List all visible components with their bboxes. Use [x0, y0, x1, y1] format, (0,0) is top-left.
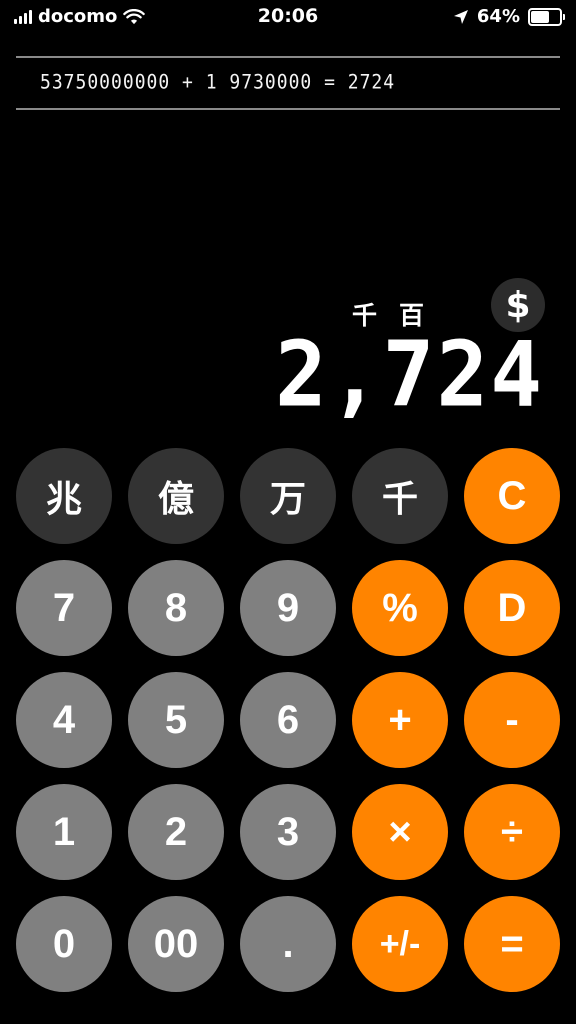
history-tape[interactable]: 53750000000 + 1 9730000 = 2724 [16, 56, 560, 110]
key-oku[interactable]: 億 [128, 448, 224, 544]
status-right: 64% [453, 6, 565, 27]
key-8[interactable]: 8 [128, 560, 224, 656]
key-equals[interactable]: = [464, 896, 560, 992]
key-7[interactable]: 7 [16, 560, 112, 656]
key-1[interactable]: 1 [16, 784, 112, 880]
battery-icon [528, 7, 565, 26]
key-minus[interactable]: - [464, 672, 560, 768]
key-3[interactable]: 3 [240, 784, 336, 880]
location-arrow-icon [453, 9, 468, 24]
key-4[interactable]: 4 [16, 672, 112, 768]
key-plus[interactable]: + [352, 672, 448, 768]
key-plus-minus[interactable]: +/- [352, 896, 448, 992]
key-decimal[interactable]: . [240, 896, 336, 992]
key-double-zero[interactable]: 00 [128, 896, 224, 992]
key-6[interactable]: 6 [240, 672, 336, 768]
result-display: 2,724 [275, 322, 544, 428]
key-percent[interactable]: % [352, 560, 448, 656]
battery-fill [531, 10, 549, 23]
key-divide[interactable]: ÷ [464, 784, 560, 880]
key-multiply[interactable]: × [352, 784, 448, 880]
key-cho[interactable]: 兆 [16, 448, 112, 544]
key-clear[interactable]: C [464, 448, 560, 544]
key-man[interactable]: 万 [240, 448, 336, 544]
key-sen[interactable]: 千 [352, 448, 448, 544]
keypad: 兆億万千 C 7 8 9% D 4 5 6 + - 1 2 3 × ÷ 0 00. +/- = [16, 448, 560, 992]
key-2[interactable]: 2 [128, 784, 224, 880]
key-delete[interactable]: D [464, 560, 560, 656]
key-5[interactable]: 5 [128, 672, 224, 768]
key-0[interactable]: 0 [16, 896, 112, 992]
key-9[interactable]: 9 [240, 560, 336, 656]
status-bar: docomo 20:06 64% [0, 0, 576, 34]
history-text: 53750000000 + 1 9730000 = 2724 [40, 71, 396, 95]
battery-percent: 64% [476, 6, 520, 27]
